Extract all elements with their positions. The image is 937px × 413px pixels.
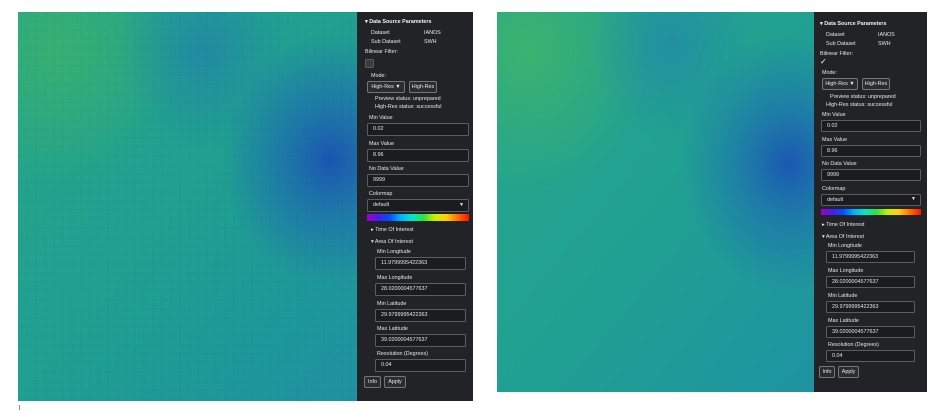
min-longitude-input[interactable]: 11.9799995422363 [375,257,466,270]
max-latitude-label: Max Latitude [377,326,408,332]
min-value-label: Min Value [369,115,393,121]
resolution-input[interactable]: 0.04 [826,350,915,362]
resolution-label: Resolution (Degrees) [377,351,428,357]
colormap-value: default [827,196,844,203]
min-latitude-input[interactable]: 29.9799995422363 [826,301,915,313]
mode-select[interactable]: High-Res ▼ [822,78,858,90]
high-res-button[interactable]: High-Res [409,81,437,93]
colormap-preview [821,209,921,215]
min-longitude-label: Min Longitude [377,249,411,255]
data-source-header[interactable]: ▾ Data Source Parameters [820,21,887,27]
min-latitude-input[interactable]: 29.9799995422363 [375,309,466,322]
subdataset-label: Sub Dataset [826,41,856,47]
resolution-label: Resolution (Degrees) [828,342,879,348]
data-source-header[interactable]: ▾ Data Source Parameters [365,19,432,25]
min-longitude-label: Min Longitude [828,243,862,249]
preview-status: Preview status: unprepared [830,94,896,100]
info-button[interactable]: Info [819,366,835,378]
dataset-label: Dataset [826,32,845,38]
no-data-input[interactable]: 9999 [821,169,921,181]
max-longitude-label: Max Longitude [828,268,864,274]
min-latitude-label: Min Latitude [828,293,858,299]
min-value-label: Min Value [822,112,846,118]
dropdown-arrow-icon: ▼ [459,201,464,208]
max-latitude-label: Max Latitude [828,318,859,324]
high-res-button[interactable]: High-Res [862,78,890,90]
max-latitude-input[interactable]: 39.0200004577637 [375,334,466,347]
max-longitude-label: Max Longitude [377,275,413,281]
right-settings-panel: ▾ Data Source Parameters Dataset IANOS S… [814,12,927,392]
subdataset-label: Sub Dataset [371,39,401,45]
min-value-input[interactable]: 0.02 [367,123,469,136]
colormap-preview [367,214,469,221]
no-data-label: No Data Value [822,161,857,167]
cursor-mark [19,405,20,410]
max-value-input[interactable]: 8.96 [367,149,469,162]
no-data-label: No Data Value [369,166,404,172]
info-button[interactable]: Info [364,376,381,388]
dataset-value: IANOS [424,30,441,36]
area-of-interest-header[interactable]: ▾ Area Of Interest [371,239,413,245]
high-res-status: High-Res status: successful [375,104,442,110]
preview-status: Preview status: unprepared [375,96,441,102]
right-screenshot: ▾ Data Source Parameters Dataset IANOS S… [497,12,927,392]
left-screenshot: ▾ Data Source Parameters Dataset IANOS S… [18,12,473,401]
max-longitude-input[interactable]: 28.0200004577637 [375,283,466,296]
max-longitude-input[interactable]: 28.0200004577637 [826,276,915,288]
mode-label: Mode: [371,73,386,79]
bilinear-filter-checkbox[interactable] [365,59,374,68]
resolution-input[interactable]: 0.04 [375,359,466,372]
colormap-value: default [373,202,390,209]
max-latitude-input[interactable]: 39.0200004577637 [826,326,915,338]
no-data-input[interactable]: 9999 [367,174,469,187]
colormap-select[interactable]: default ▼ [367,199,469,212]
subdataset-value: SWH [878,41,891,47]
max-value-input[interactable]: 8.96 [821,145,921,157]
time-of-interest-header[interactable]: ▸ Time Of Interest [822,222,865,228]
max-value-label: Max Value [822,137,848,143]
dropdown-arrow-icon: ▼ [911,196,916,203]
area-of-interest-header[interactable]: ▾ Area Of Interest [822,234,864,240]
min-longitude-input[interactable]: 11.9799995422363 [826,251,915,263]
bilinear-filter-checkbox[interactable]: ✓ [820,58,827,66]
subdataset-value: SWH [424,39,437,45]
left-map-viewport[interactable] [18,12,357,401]
high-res-status: High-Res status: successful [826,102,893,108]
mode-select[interactable]: High-Res ▼ [367,81,405,93]
mode-label: Mode: [822,70,837,76]
time-of-interest-header[interactable]: ▸ Time Of Interest [371,227,414,233]
apply-button[interactable]: Apply [384,376,406,388]
apply-button[interactable]: Apply [838,366,859,378]
colormap-label: Colormap [822,186,846,192]
left-settings-panel: ▾ Data Source Parameters Dataset IANOS S… [357,12,473,401]
max-value-label: Max Value [369,141,395,147]
bilinear-filter-label: Bilinear Filter: [365,49,398,55]
min-latitude-label: Min Latitude [377,301,407,307]
dataset-value: IANOS [878,32,895,38]
colormap-label: Colormap [369,191,393,197]
right-map-viewport[interactable] [497,12,814,392]
colormap-select[interactable]: default ▼ [821,194,921,206]
min-value-input[interactable]: 0.02 [821,120,921,132]
dataset-label: Dataset [371,30,390,36]
